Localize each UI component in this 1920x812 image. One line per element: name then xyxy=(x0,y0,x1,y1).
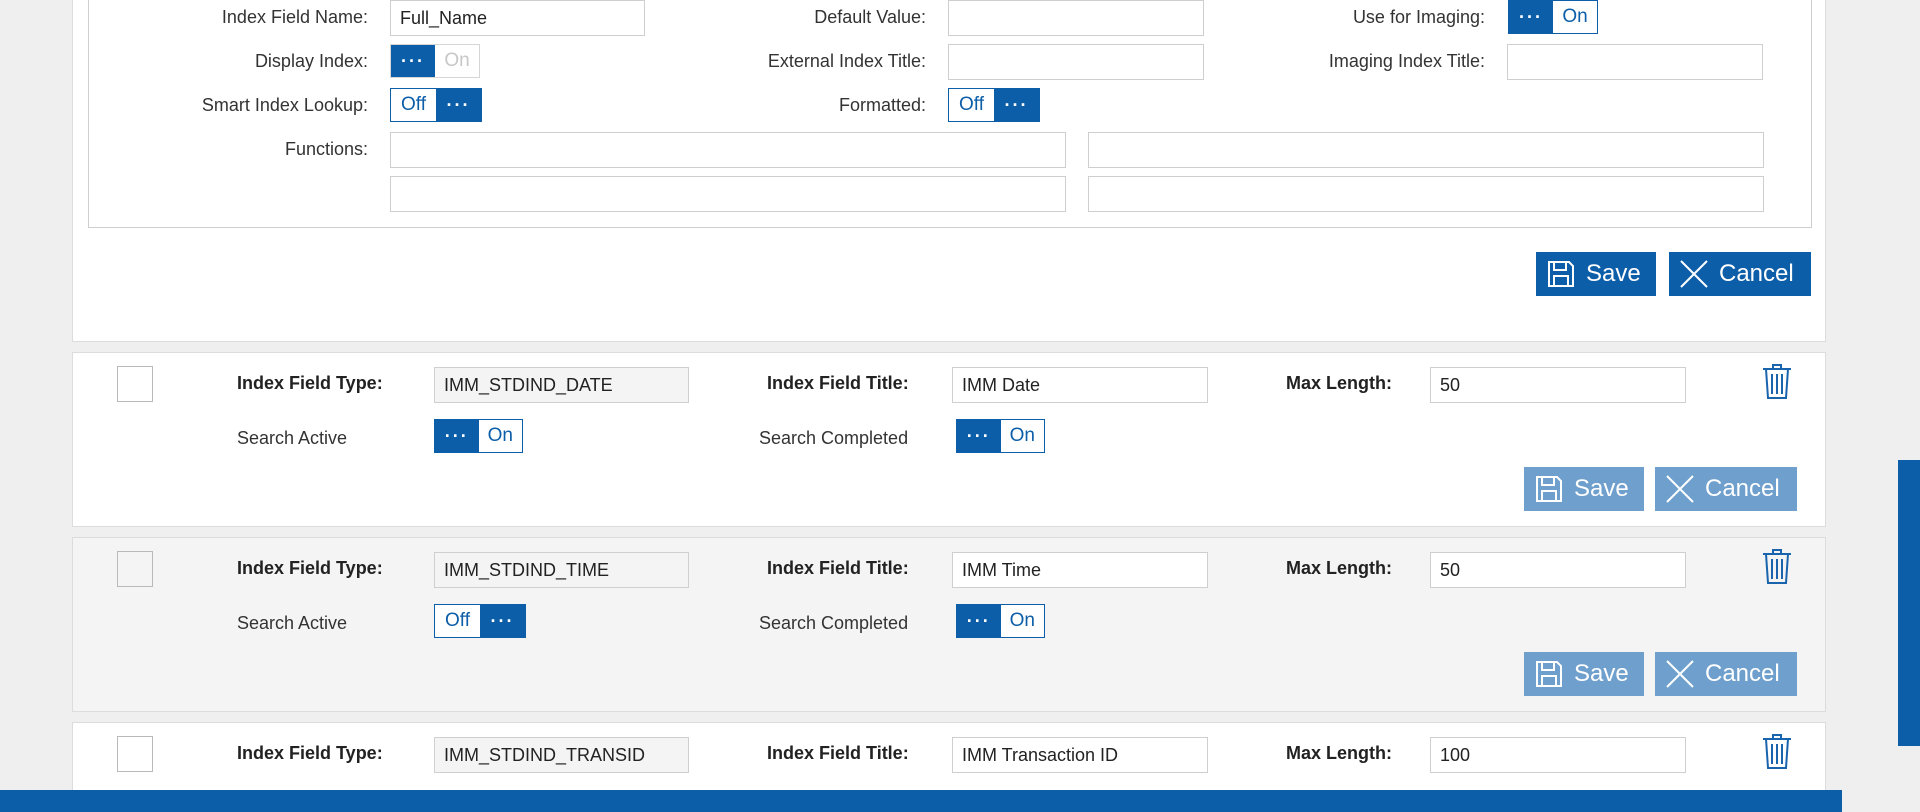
toggle-handle: ··· xyxy=(436,89,481,121)
display-index-toggle[interactable]: ··· On xyxy=(390,44,480,78)
use-for-imaging-toggle[interactable]: ··· On xyxy=(1508,0,1598,34)
trash-icon[interactable] xyxy=(1760,362,1794,400)
search-active-toggle[interactable]: ··· On xyxy=(434,419,523,453)
cancel-button[interactable]: Cancel xyxy=(1669,252,1811,296)
index-field-type-label: Index Field Type: xyxy=(237,743,383,763)
index-field-type-input: IMM_STDIND_TRANSID xyxy=(434,737,689,773)
default-value-label: Default Value: xyxy=(814,7,926,27)
toggle-state-text: On xyxy=(1000,605,1044,637)
imaging-index-title-label: Imaging Index Title: xyxy=(1328,51,1485,71)
scrollbar-thumb[interactable] xyxy=(1898,460,1920,746)
toggle-state-text: Off xyxy=(391,89,436,121)
cancel-button-label: Cancel xyxy=(1705,660,1780,687)
row-select-checkbox[interactable] xyxy=(117,366,153,402)
row-save-button[interactable]: Save xyxy=(1524,652,1644,696)
index-field-name-label: Index Field Name: xyxy=(221,7,368,27)
toggle-handle: ··· xyxy=(957,420,1001,452)
index-field-title-label: Index Field Title: xyxy=(767,373,909,393)
toggle-state-text: Off xyxy=(949,89,994,121)
toggle-handle: ··· xyxy=(391,45,435,77)
index-field-title-input[interactable]: IMM Time xyxy=(952,552,1208,588)
toggle-handle: ··· xyxy=(435,420,479,452)
search-active-label: Search Active xyxy=(237,613,348,633)
index-field-title-label: Index Field Title: xyxy=(767,743,909,763)
search-completed-label: Search Completed xyxy=(759,428,909,448)
save-button[interactable]: Save xyxy=(1536,252,1656,296)
search-completed-toggle[interactable]: ··· On xyxy=(956,604,1045,638)
index-field-type-label: Index Field Type: xyxy=(237,558,383,578)
index-field-type-input: IMM_STDIND_DATE xyxy=(434,367,689,403)
row-save-button[interactable]: Save xyxy=(1524,467,1644,511)
close-icon xyxy=(1666,660,1694,688)
max-length-input[interactable]: 50 xyxy=(1430,367,1686,403)
function-input-2[interactable] xyxy=(1088,132,1764,168)
toggle-state-text: On xyxy=(435,45,479,77)
max-length-label: Max Length: xyxy=(1286,373,1392,393)
display-index-label: Display Index: xyxy=(254,51,368,71)
index-field-type-input: IMM_STDIND_TIME xyxy=(434,552,689,588)
default-value-input[interactable] xyxy=(948,0,1204,36)
index-field-title-input[interactable]: IMM Date xyxy=(952,367,1208,403)
use-for-imaging-label: Use for Imaging: xyxy=(1352,7,1485,27)
bottom-bar xyxy=(0,790,1842,812)
toggle-state-text: On xyxy=(1000,420,1044,452)
index-field-title-label: Index Field Title: xyxy=(767,558,909,578)
max-length-input[interactable]: 50 xyxy=(1430,552,1686,588)
imaging-index-title-input[interactable] xyxy=(1507,44,1763,80)
cancel-button-label: Cancel xyxy=(1705,475,1780,502)
floppy-disk-icon xyxy=(1548,261,1574,287)
toggle-handle: ··· xyxy=(957,605,1001,637)
search-active-label: Search Active xyxy=(237,428,348,448)
row-cancel-button[interactable]: Cancel xyxy=(1655,652,1797,696)
toggle-state-text: Off xyxy=(435,605,480,637)
floppy-disk-icon xyxy=(1536,661,1562,687)
formatted-label: Formatted: xyxy=(838,95,926,115)
external-index-title-input[interactable] xyxy=(948,44,1204,80)
functions-label: Functions: xyxy=(284,139,368,159)
smart-index-lookup-label: Smart Index Lookup: xyxy=(201,95,368,115)
row-select-checkbox[interactable] xyxy=(117,736,153,772)
max-length-label: Max Length: xyxy=(1286,558,1392,578)
floppy-disk-icon xyxy=(1536,476,1562,502)
toggle-state-text: On xyxy=(1553,1,1597,33)
max-length-label: Max Length: xyxy=(1286,743,1392,763)
external-index-title-label: External Index Title: xyxy=(767,51,926,71)
cancel-button-label: Cancel xyxy=(1719,260,1794,287)
formatted-toggle[interactable]: Off ··· xyxy=(948,88,1040,122)
trash-icon[interactable] xyxy=(1760,732,1794,770)
save-button-label: Save xyxy=(1574,475,1629,502)
max-length-input[interactable]: 100 xyxy=(1430,737,1686,773)
index-field-type-label: Index Field Type: xyxy=(237,373,383,393)
function-input-1[interactable] xyxy=(390,132,1066,168)
trash-icon[interactable] xyxy=(1760,547,1794,585)
toggle-handle: ··· xyxy=(994,89,1039,121)
toggle-state-text: On xyxy=(478,420,522,452)
index-field-title-input[interactable]: IMM Transaction ID xyxy=(952,737,1208,773)
index-field-name-input[interactable]: Full_Name xyxy=(390,0,645,36)
search-active-toggle[interactable]: Off ··· xyxy=(434,604,526,638)
function-input-3[interactable] xyxy=(390,176,1066,212)
search-completed-toggle[interactable]: ··· On xyxy=(956,419,1045,453)
close-icon xyxy=(1680,260,1708,288)
smart-index-lookup-toggle[interactable]: Off ··· xyxy=(390,88,482,122)
row-select-checkbox[interactable] xyxy=(117,551,153,587)
save-button-label: Save xyxy=(1574,660,1629,687)
toggle-handle: ··· xyxy=(480,605,525,637)
search-completed-label: Search Completed xyxy=(759,613,909,633)
toggle-handle: ··· xyxy=(1509,1,1553,33)
function-input-4[interactable] xyxy=(1088,176,1764,212)
close-icon xyxy=(1666,475,1694,503)
row-cancel-button[interactable]: Cancel xyxy=(1655,467,1797,511)
save-button-label: Save xyxy=(1586,260,1641,287)
